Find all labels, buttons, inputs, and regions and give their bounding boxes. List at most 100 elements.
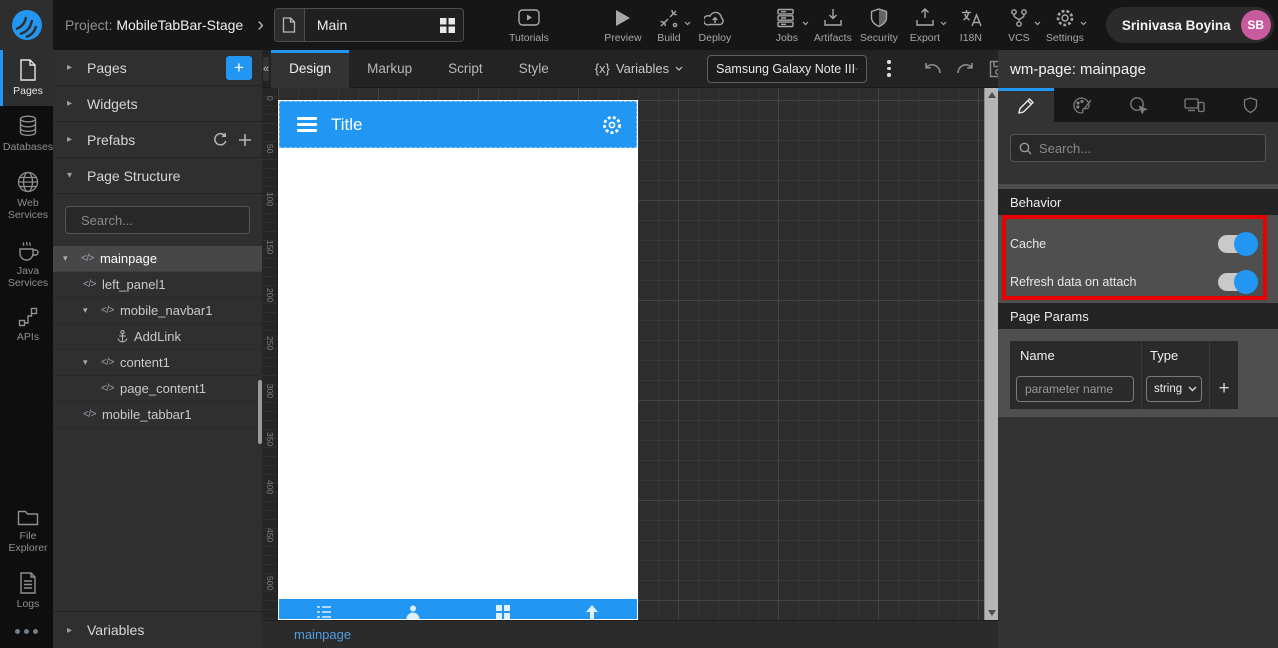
rail-item-web-services[interactable]: Web Services [0,162,53,230]
rail-item-apis[interactable]: APIs [0,298,53,352]
file-explorer-folder-icon [17,508,39,526]
tree-item-addlink[interactable]: AddLink [53,324,262,350]
tab-design[interactable]: Design [271,49,350,88]
parameter-name-input[interactable] [1016,376,1134,402]
rail-item-file-explorer[interactable]: File Explorer [0,499,53,563]
rail-more-button[interactable] [0,619,53,648]
jobs-button[interactable]: Jobs [764,7,810,44]
build-button[interactable]: Build [646,7,692,44]
phone-preview[interactable]: Title [278,100,638,620]
section-prefabs[interactable]: ▸ Prefabs [53,122,262,158]
deploy-button[interactable]: Deploy [692,7,738,44]
chevron-right-icon: ▸ [67,62,73,73]
preview-icon [615,7,631,29]
user-name: Srinivasa Boyina [1121,17,1231,33]
design-canvas[interactable]: 0 50 100 150 200 250 300 350 400 450 500 Title [262,88,998,620]
chevron-down-icon: ▾ [83,357,88,367]
pencil-icon [1017,97,1034,114]
behavior-section-header[interactable]: Behavior [998,189,1278,215]
navbar-gear-icon[interactable] [601,114,623,136]
tree-item-mainpage[interactable]: ▾ </> mainpage [53,246,262,272]
page-params-table: Name Type string + [1010,341,1238,409]
tree-item-content1[interactable]: ▾ </> content1 [53,350,262,376]
artifacts-icon [823,7,843,29]
user-menu[interactable]: Srinivasa Boyina SB [1105,7,1274,43]
page-selector[interactable]: Main [273,8,464,42]
breadcrumb-mainpage[interactable]: mainpage [294,627,351,642]
tab-script[interactable]: Script [430,50,501,88]
ruler-label: 350 [265,432,275,447]
ruler-label: 300 [265,384,275,399]
chevron-down-icon [1188,386,1197,392]
i18n-button[interactable]: I18N [948,7,994,44]
canvas-vertical-scrollbar[interactable] [984,88,998,620]
security-icon [870,7,888,29]
rail-item-pages[interactable]: Pages [0,50,53,107]
app-logo[interactable] [0,0,53,50]
mobile-tabbar[interactable] [279,599,637,619]
tabbar-list-icon [316,606,331,618]
hamburger-menu-icon[interactable] [297,117,317,132]
settings-button[interactable]: Settings [1042,7,1088,44]
scroll-up-arrow-icon[interactable] [988,92,996,98]
security-button[interactable]: Security [856,7,902,44]
scroll-down-arrow-icon[interactable] [988,610,996,616]
variables-dropdown[interactable]: {x} Variables [595,61,683,76]
rail-item-databases[interactable]: Databases [0,106,53,162]
tab-events[interactable] [1110,88,1166,122]
left-panel: ▸ Pages + ▸ Widgets ▸ Prefabs ▾ Page Str… [53,50,262,648]
tree-item-left-panel1[interactable]: </> left_panel1 [53,272,262,298]
refresh-prefabs-icon[interactable] [213,132,228,147]
section-variables[interactable]: ▸ Variables [53,612,262,648]
tab-style[interactable]: Style [501,50,567,88]
collapse-left-panel-button[interactable]: « [263,56,270,81]
devices-icon [1183,98,1205,113]
tree-item-mobile-tabbar1[interactable]: </> mobile_tabbar1 [53,402,262,428]
add-page-button[interactable]: + [226,55,252,80]
properties-search-input[interactable] [1039,140,1257,156]
page-params-section-header[interactable]: Page Params [998,303,1278,329]
section-widgets[interactable]: ▸ Widgets [53,86,262,122]
page-grid-icon[interactable] [433,17,463,33]
export-button[interactable]: Export [902,7,948,44]
section-pages[interactable]: ▸ Pages + [53,50,262,86]
more-options-kebab-icon[interactable] [883,56,895,81]
tab-markup[interactable]: Markup [349,50,430,88]
artifacts-button[interactable]: Artifacts [810,7,856,44]
tree-item-mobile-navbar1[interactable]: ▾ </> mobile_navbar1 [53,298,262,324]
section-page-structure[interactable]: ▾ Page Structure [53,158,262,194]
page-selector-value: Main [316,17,348,33]
add-prefab-icon[interactable] [238,133,252,147]
right-properties-panel: wm-page: mainpage Behavior Cache [998,50,1278,648]
tree-item-page-content1[interactable]: </> page_content1 [53,376,262,402]
tab-styles[interactable] [1054,88,1110,122]
rail-item-java-services[interactable]: Java Services [0,230,53,298]
parameter-type-select[interactable]: string [1146,376,1202,402]
ruler-label: 100 [265,192,275,207]
pages-icon [18,59,38,81]
rail-item-logs[interactable]: Logs [0,563,53,619]
code-icon: </> [101,383,114,394]
tab-properties[interactable] [998,88,1054,122]
tab-devices[interactable] [1166,88,1222,122]
left-panel-scrollbar[interactable] [258,380,262,444]
page-structure-search [53,194,262,246]
undo-button[interactable] [923,61,942,77]
refresh-data-on-attach-toggle[interactable] [1218,270,1258,294]
chevron-right-icon: ▸ [67,98,73,109]
cache-toggle[interactable] [1218,232,1258,256]
variables-x-icon: {x} [594,61,610,76]
canvas-ruler: 0 50 100 150 200 250 300 350 400 450 500 [262,88,278,620]
tutorials-icon [518,7,540,29]
device-select[interactable]: Samsung Galaxy Note III [707,54,868,83]
tutorials-button[interactable]: Tutorials [506,7,552,44]
add-parameter-button[interactable]: + [1218,378,1229,400]
page-structure-search-input[interactable] [81,212,257,228]
preview-button[interactable]: Preview [600,7,646,44]
code-icon: </> [101,357,114,368]
mobile-navbar[interactable]: Title [279,101,637,148]
tab-security[interactable] [1222,88,1278,122]
vcs-button[interactable]: VCS [996,7,1042,44]
redo-button[interactable] [956,61,975,77]
ruler-label: 450 [265,528,275,543]
